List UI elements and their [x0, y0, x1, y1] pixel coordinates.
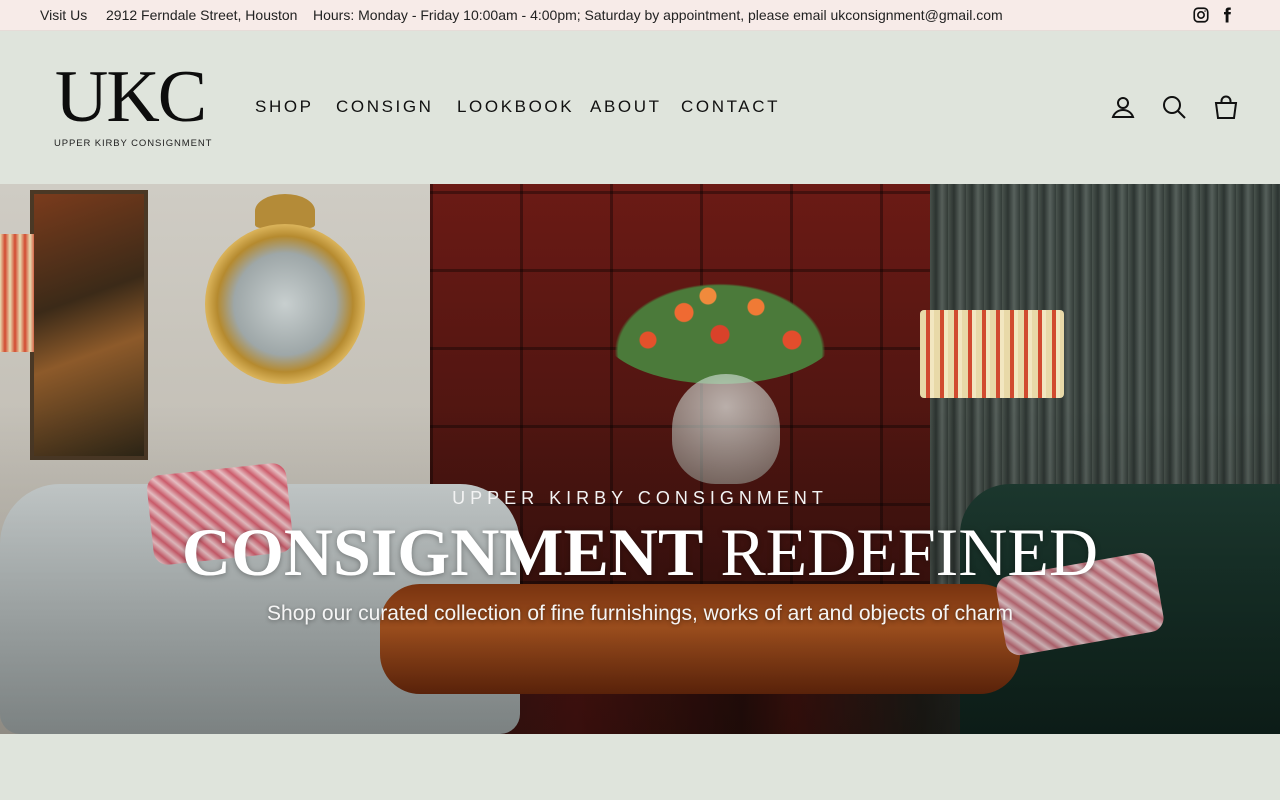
visit-us-label: Visit Us [40, 7, 88, 23]
store-hours: Hours: Monday - Friday 10:00am - 4:00pm;… [313, 7, 1003, 23]
hero-headline: CONSIGNMENT REDEFINED [0, 516, 1280, 588]
logo-mark: UKC [54, 56, 207, 138]
hero-banner[interactable]: UPPER KIRBY CONSIGNMENT CONSIGNMENT REDE… [0, 184, 1280, 734]
announcement-bar: Visit Us 2912 Ferndale Street, Houston H… [0, 0, 1280, 31]
instagram-icon[interactable] [1192, 6, 1210, 24]
hero-headline-regular: REDEFINED [720, 514, 1099, 590]
cart-icon[interactable] [1213, 94, 1239, 120]
hero-overlay [0, 184, 1280, 734]
hero-headline-bold: CONSIGNMENT [181, 514, 704, 590]
logo-subtitle: UPPER KIRBY CONSIGNMENT [54, 138, 213, 149]
hero-tagline: Shop our curated collection of fine furn… [267, 602, 1013, 625]
store-address-link[interactable]: 2912 Ferndale Street, Houston [106, 7, 297, 23]
nav-contact[interactable]: CONTACT [681, 97, 780, 117]
facebook-icon[interactable] [1218, 6, 1236, 24]
nav-lookbook[interactable]: LOOKBOOK [457, 97, 574, 117]
nav-about[interactable]: ABOUT [590, 97, 662, 117]
account-icon[interactable] [1110, 94, 1136, 120]
search-icon[interactable] [1161, 94, 1187, 120]
hero-kicker: UPPER KIRBY CONSIGNMENT [452, 488, 828, 508]
nav-shop[interactable]: SHOP [255, 97, 314, 117]
site-header: UKC UPPER KIRBY CONSIGNMENT SHOP CONSIGN… [0, 32, 1280, 184]
logo-link[interactable]: UKC UPPER KIRBY CONSIGNMENT [44, 60, 216, 152]
nav-consign[interactable]: CONSIGN [336, 97, 434, 117]
